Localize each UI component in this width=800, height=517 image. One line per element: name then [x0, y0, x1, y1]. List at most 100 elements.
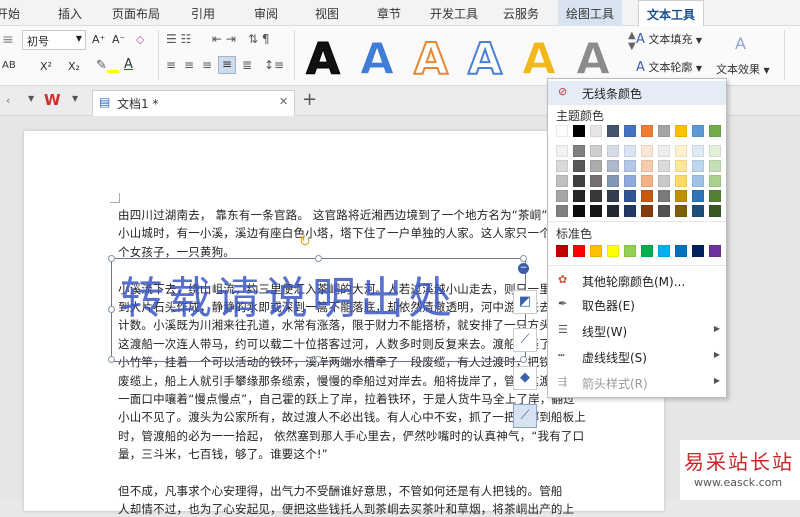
theme-shade-swatch[interactable] — [556, 175, 568, 187]
clear-format-icon[interactable]: ◇ — [136, 33, 144, 46]
text-style-preset-6[interactable]: A — [576, 34, 611, 83]
theme-color-swatch[interactable] — [658, 125, 670, 137]
theme-color-swatch[interactable] — [709, 125, 721, 137]
theme-color-swatch[interactable] — [675, 125, 687, 137]
theme-shade-swatch[interactable] — [692, 145, 704, 157]
theme-shade-swatch[interactable] — [556, 205, 568, 217]
line-spacing-icon[interactable]: ↕≡ — [264, 58, 284, 72]
theme-shade-swatch[interactable] — [624, 175, 636, 187]
theme-shade-swatch[interactable] — [590, 190, 602, 202]
standard-color-swatch[interactable] — [658, 245, 670, 257]
rotate-handle-icon[interactable]: ↻ — [299, 234, 311, 250]
theme-shade-swatch[interactable] — [607, 175, 619, 187]
shape-style-button[interactable]: ⟋ — [513, 328, 537, 352]
standard-color-swatch[interactable] — [556, 245, 568, 257]
theme-shade-swatch[interactable] — [675, 190, 687, 202]
theme-shade-swatch[interactable] — [709, 160, 721, 172]
text-effect-button[interactable]: 文本效果 ▼ — [716, 61, 770, 77]
collapse-icon[interactable]: − — [518, 263, 529, 274]
theme-shade-swatch[interactable] — [573, 205, 585, 217]
theme-shade-swatch[interactable] — [590, 160, 602, 172]
shape-fill-button[interactable]: ◆ — [513, 366, 537, 390]
theme-shade-swatch[interactable] — [590, 175, 602, 187]
text-style-preset-2[interactable]: A — [360, 34, 395, 83]
theme-shade-swatch[interactable] — [624, 160, 636, 172]
text-style-gallery[interactable]: AAAAAA — [298, 30, 628, 82]
text-outline-button[interactable]: A 文本轮廓 ▼ — [636, 59, 702, 75]
theme-shade-swatch[interactable] — [624, 205, 636, 217]
standard-color-swatch[interactable] — [641, 245, 653, 257]
standard-color-swatch[interactable] — [675, 245, 687, 257]
other-outline-colors-item[interactable]: ✿ 其他轮廓颜色(M)... — [548, 269, 726, 293]
align-center-icon[interactable]: ≡ — [184, 58, 194, 72]
align-right-icon[interactable]: ≡ — [202, 58, 212, 72]
document-tab[interactable]: ▤ 文档1 * ✕ — [92, 90, 295, 116]
tab-6[interactable]: 视图 — [315, 5, 339, 22]
font-color-icon[interactable]: A — [124, 57, 133, 72]
theme-shade-swatch[interactable] — [573, 145, 585, 157]
theme-shade-swatch[interactable] — [709, 145, 721, 157]
grow-font-button[interactable]: A⁺ — [92, 33, 105, 46]
theme-color-swatch[interactable] — [573, 125, 585, 137]
highlight-icon[interactable]: ✎ — [96, 58, 119, 73]
gallery-more-icon[interactable]: ▲ ▼ — [628, 30, 636, 52]
standard-color-swatch[interactable] — [692, 245, 704, 257]
theme-shade-swatch[interactable] — [692, 190, 704, 202]
theme-shade-swatch[interactable] — [641, 190, 653, 202]
dash-type-item[interactable]: ┅ 虚线线型(S) ▶ — [548, 345, 726, 369]
standard-color-swatch[interactable] — [590, 245, 602, 257]
theme-shade-swatch[interactable] — [624, 145, 636, 157]
theme-shade-swatch[interactable] — [709, 175, 721, 187]
justify-icon[interactable]: ≡ — [218, 56, 236, 74]
wps-menu-icon[interactable]: ▼ — [72, 94, 78, 103]
theme-shade-swatch[interactable] — [641, 175, 653, 187]
theme-shade-swatch[interactable] — [692, 160, 704, 172]
align-icon[interactable]: ≡ — [2, 32, 14, 48]
indent-icons[interactable]: ⇤ ⇥ — [212, 32, 236, 46]
superscript-button[interactable]: X² — [40, 60, 52, 73]
no-line-color-item[interactable]: ⊘ 无线条颜色 — [548, 81, 726, 105]
layout-options-button[interactable]: ◩ — [513, 290, 537, 314]
theme-shade-swatch[interactable] — [709, 205, 721, 217]
theme-shade-swatch[interactable] — [658, 190, 670, 202]
theme-shade-swatch[interactable] — [658, 205, 670, 217]
distribute-icon[interactable]: ≣ — [242, 58, 252, 72]
theme-shade-swatch[interactable] — [675, 205, 687, 217]
theme-shade-swatch[interactable] — [607, 160, 619, 172]
theme-shade-swatch[interactable] — [658, 160, 670, 172]
theme-shade-swatch[interactable] — [641, 205, 653, 217]
theme-shade-swatch[interactable] — [675, 145, 687, 157]
theme-color-swatch[interactable] — [692, 125, 704, 137]
back-nav-icon[interactable]: ‹ — [6, 94, 10, 107]
theme-color-swatch[interactable] — [556, 125, 568, 137]
theme-color-swatch[interactable] — [641, 125, 653, 137]
theme-shade-swatch[interactable] — [573, 190, 585, 202]
tab-11[interactable]: 文本工具 — [638, 0, 705, 27]
theme-shade-swatch[interactable] — [573, 175, 585, 187]
tab-3[interactable]: 页面布局 — [112, 5, 160, 22]
theme-shade-swatch[interactable] — [556, 190, 568, 202]
tab-9[interactable]: 云服务 — [503, 5, 539, 22]
theme-shade-swatch[interactable] — [607, 205, 619, 217]
theme-shade-swatch[interactable] — [709, 190, 721, 202]
tab-2[interactable]: 插入 — [58, 5, 82, 22]
text-style-preset-5[interactable]: A — [522, 34, 557, 83]
tab-1[interactable]: 开始 — [0, 5, 20, 22]
theme-shade-swatch[interactable] — [675, 175, 687, 187]
theme-shade-swatch[interactable] — [658, 175, 670, 187]
close-tab-icon[interactable]: ✕ — [279, 95, 288, 108]
text-style-preset-1[interactable]: A — [306, 34, 341, 83]
theme-shade-swatch[interactable] — [658, 145, 670, 157]
theme-shade-swatch[interactable] — [556, 160, 568, 172]
standard-color-swatch[interactable] — [573, 245, 585, 257]
theme-shade-swatch[interactable] — [573, 160, 585, 172]
tab-7[interactable]: 章节 — [377, 5, 401, 22]
new-tab-button[interactable]: + — [302, 89, 317, 110]
text-style-preset-4[interactable]: A — [467, 33, 503, 82]
theme-color-swatch[interactable] — [607, 125, 619, 137]
wps-logo-icon[interactable]: W — [44, 91, 61, 109]
theme-shade-swatch[interactable] — [675, 160, 687, 172]
sort-icon[interactable]: ⇅ ¶ — [248, 32, 270, 46]
text-fill-button[interactable]: A 文本填充 ▼ — [636, 31, 702, 47]
tab-4[interactable]: 引用 — [191, 5, 215, 22]
